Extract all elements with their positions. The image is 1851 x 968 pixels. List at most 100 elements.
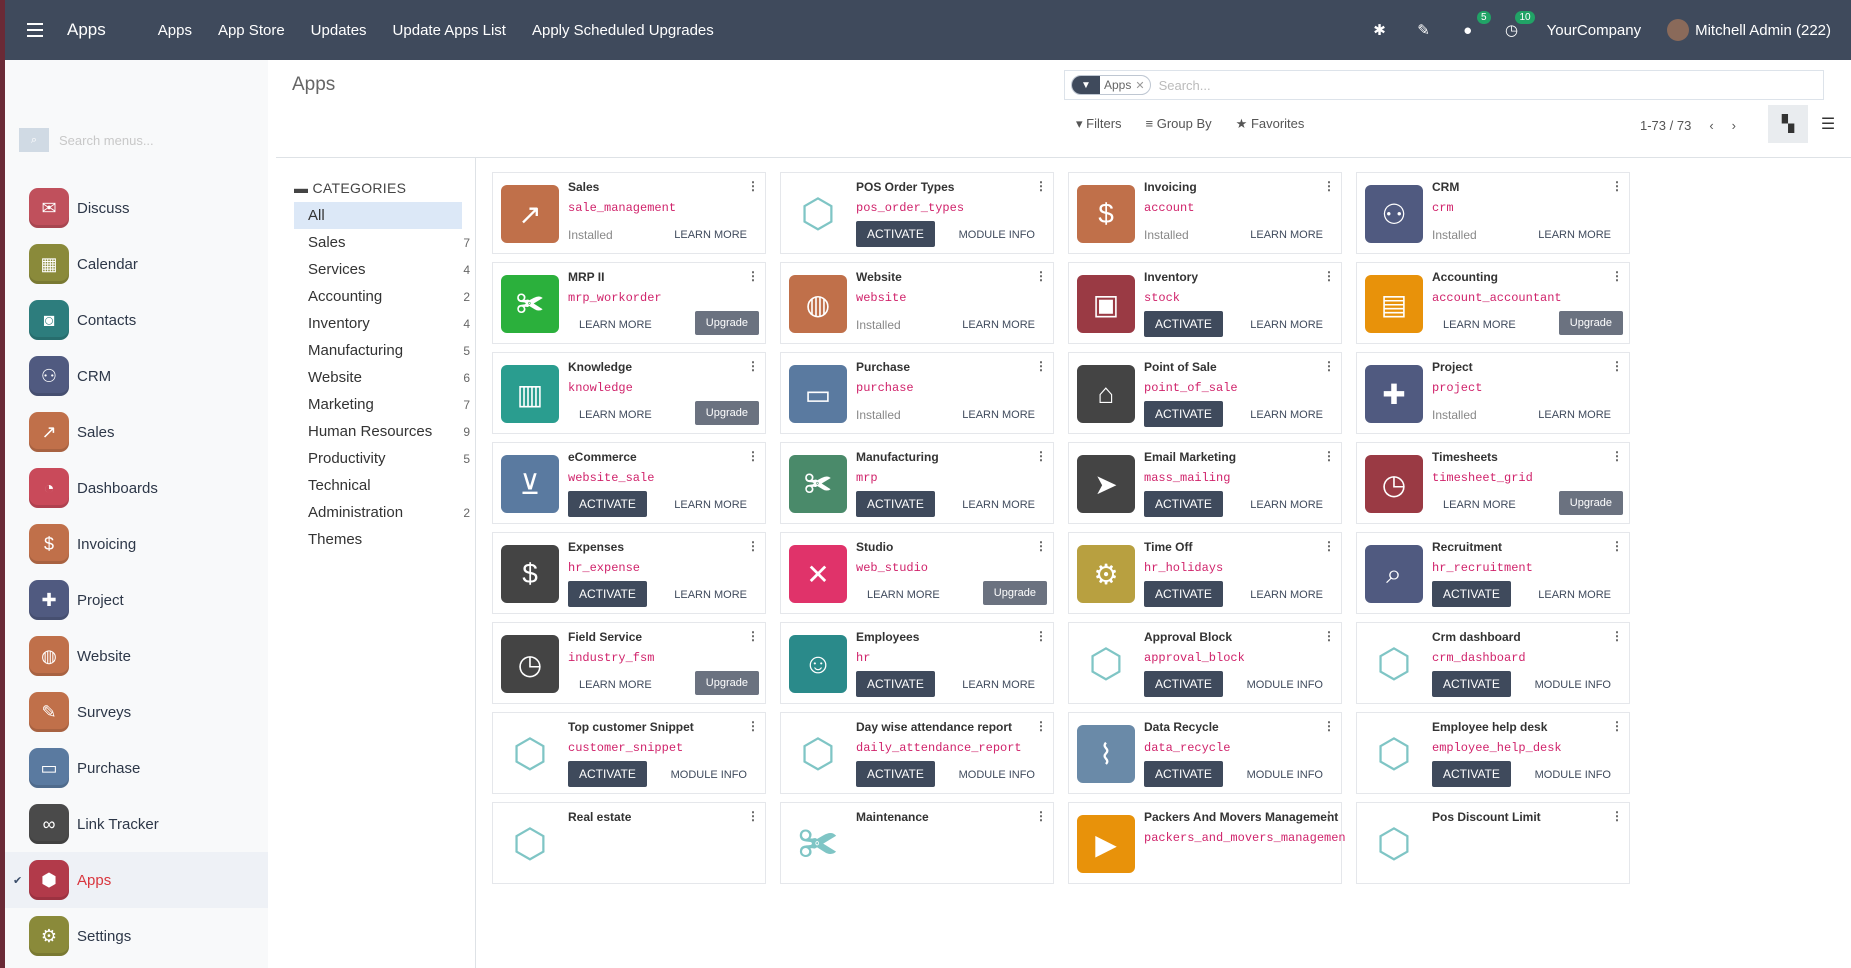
activate-button[interactable]: ACTIVATE: [856, 491, 935, 517]
kebab-menu-icon[interactable]: ⋮: [1611, 539, 1623, 553]
menu-apply-scheduled-upgrades[interactable]: Apply Scheduled Upgrades: [532, 22, 714, 39]
kebab-menu-icon[interactable]: ⋮: [747, 809, 759, 823]
kebab-menu-icon[interactable]: ⋮: [1611, 269, 1623, 283]
sidebar-item-discuss[interactable]: ✉ Discuss: [5, 180, 268, 236]
chat-icon[interactable]: ● 5: [1459, 11, 1491, 39]
list-view-icon[interactable]: ☰: [1808, 105, 1848, 143]
upgrade-button[interactable]: Upgrade: [694, 671, 759, 695]
learn-more-link[interactable]: LEARN MORE: [579, 679, 652, 691]
sidebar-item-apps[interactable]: ✔ ⬢ Apps: [5, 852, 268, 908]
learn-more-link[interactable]: LEARN MORE: [1538, 229, 1611, 241]
upgrade-button[interactable]: Upgrade: [1558, 491, 1623, 515]
kebab-menu-icon[interactable]: ⋮: [1035, 179, 1047, 193]
kebab-menu-icon[interactable]: ⋮: [1611, 449, 1623, 463]
category-item[interactable]: All: [294, 202, 462, 229]
close-icon[interactable]: ✕: [1135, 79, 1149, 92]
upgrade-button[interactable]: Upgrade: [982, 581, 1047, 605]
search-input[interactable]: Search...: [1159, 78, 1211, 93]
sidebar-item-crm[interactable]: ⚇ CRM: [5, 348, 268, 404]
brush-icon[interactable]: ✎: [1415, 21, 1433, 39]
activate-button[interactable]: ACTIVATE: [568, 761, 647, 787]
activate-button[interactable]: ACTIVATE: [1144, 581, 1223, 607]
learn-more-link[interactable]: LEARN MORE: [579, 409, 652, 421]
module-info-link[interactable]: MODULE INFO: [959, 229, 1035, 241]
activate-button[interactable]: ACTIVATE: [1144, 671, 1223, 697]
category-item[interactable]: Manufacturing 5: [294, 337, 470, 364]
activate-button[interactable]: ACTIVATE: [856, 671, 935, 697]
chevron-right-icon[interactable]: ›: [1732, 118, 1736, 133]
activate-button[interactable]: ACTIVATE: [856, 221, 935, 247]
category-item[interactable]: Technical: [294, 472, 462, 499]
sidebar-item-dashboards[interactable]: ◔ Dashboards: [5, 460, 268, 516]
menu-toggle-button[interactable]: [27, 10, 67, 50]
kebab-menu-icon[interactable]: ⋮: [1035, 449, 1047, 463]
kebab-menu-icon[interactable]: ⋮: [1611, 719, 1623, 733]
sidebar-item-settings[interactable]: ⚙ Settings: [5, 908, 268, 964]
kebab-menu-icon[interactable]: ⋮: [1323, 629, 1335, 643]
sidebar-item-link-tracker[interactable]: ∞ Link Tracker: [5, 796, 268, 852]
module-info-link[interactable]: MODULE INFO: [959, 769, 1035, 781]
kebab-menu-icon[interactable]: ⋮: [1611, 179, 1623, 193]
kebab-menu-icon[interactable]: ⋮: [747, 629, 759, 643]
category-item[interactable]: Website 6: [294, 364, 470, 391]
module-info-link[interactable]: MODULE INFO: [1535, 679, 1611, 691]
activate-button[interactable]: ACTIVATE: [1144, 491, 1223, 517]
favorites-button[interactable]: ★ Favorites: [1236, 116, 1305, 132]
learn-more-link[interactable]: LEARN MORE: [1443, 319, 1516, 331]
sidebar-item-surveys[interactable]: ✎ Surveys: [5, 684, 268, 740]
category-item[interactable]: Inventory 4: [294, 310, 470, 337]
kebab-menu-icon[interactable]: ⋮: [1035, 269, 1047, 283]
upgrade-button[interactable]: Upgrade: [1558, 311, 1623, 335]
learn-more-link[interactable]: LEARN MORE: [1250, 589, 1323, 601]
menu-app-store[interactable]: App Store: [218, 22, 285, 39]
menu-update-apps-list[interactable]: Update Apps List: [393, 22, 506, 39]
learn-more-link[interactable]: LEARN MORE: [1250, 499, 1323, 511]
sidebar-item-contacts[interactable]: ◙ Contacts: [5, 292, 268, 348]
category-item[interactable]: Accounting 2: [294, 283, 470, 310]
learn-more-link[interactable]: LEARN MORE: [1443, 499, 1516, 511]
kebab-menu-icon[interactable]: ⋮: [747, 359, 759, 373]
module-info-link[interactable]: MODULE INFO: [1535, 769, 1611, 781]
category-item[interactable]: Administration 2: [294, 499, 470, 526]
menu-apps[interactable]: Apps: [158, 22, 192, 39]
kebab-menu-icon[interactable]: ⋮: [1611, 809, 1623, 823]
kebab-menu-icon[interactable]: ⋮: [1323, 539, 1335, 553]
category-item[interactable]: Sales 7: [294, 229, 470, 256]
activate-button[interactable]: ACTIVATE: [1432, 761, 1511, 787]
kebab-menu-icon[interactable]: ⋮: [747, 179, 759, 193]
kebab-menu-icon[interactable]: ⋮: [1611, 359, 1623, 373]
sidebar-item-website[interactable]: ◍ Website: [5, 628, 268, 684]
category-item[interactable]: Productivity 5: [294, 445, 470, 472]
activate-button[interactable]: ACTIVATE: [568, 491, 647, 517]
category-item[interactable]: Marketing 7: [294, 391, 470, 418]
activate-button[interactable]: ACTIVATE: [1144, 401, 1223, 427]
module-info-link[interactable]: MODULE INFO: [671, 769, 747, 781]
kebab-menu-icon[interactable]: ⋮: [1035, 539, 1047, 553]
learn-more-link[interactable]: LEARN MORE: [867, 589, 940, 601]
chevron-left-icon[interactable]: ‹: [1709, 118, 1713, 133]
learn-more-link[interactable]: LEARN MORE: [1538, 409, 1611, 421]
search-bar[interactable]: ▼ Apps ✕ Search...: [1064, 70, 1824, 100]
filters-button[interactable]: ▾ Filters: [1076, 116, 1122, 132]
clock-icon[interactable]: ◷ 10: [1503, 11, 1535, 39]
activate-button[interactable]: ACTIVATE: [1432, 671, 1511, 697]
kebab-menu-icon[interactable]: ⋮: [747, 449, 759, 463]
menu-search[interactable]: ⌕ Search menus...: [19, 126, 259, 154]
learn-more-link[interactable]: LEARN MORE: [674, 499, 747, 511]
kebab-menu-icon[interactable]: ⋮: [1611, 629, 1623, 643]
learn-more-link[interactable]: LEARN MORE: [1538, 589, 1611, 601]
kebab-menu-icon[interactable]: ⋮: [1323, 179, 1335, 193]
learn-more-link[interactable]: LEARN MORE: [962, 679, 1035, 691]
activate-button[interactable]: ACTIVATE: [1144, 761, 1223, 787]
kanban-view-icon[interactable]: ▚: [1768, 105, 1808, 143]
module-info-link[interactable]: MODULE INFO: [1247, 679, 1323, 691]
sidebar-item-purchase[interactable]: ▭ Purchase: [5, 740, 268, 796]
learn-more-link[interactable]: LEARN MORE: [674, 229, 747, 241]
learn-more-link[interactable]: LEARN MORE: [1250, 409, 1323, 421]
category-item[interactable]: Themes: [294, 526, 462, 553]
activate-button[interactable]: ACTIVATE: [1432, 581, 1511, 607]
module-info-link[interactable]: MODULE INFO: [1247, 769, 1323, 781]
activate-button[interactable]: ACTIVATE: [1144, 311, 1223, 337]
upgrade-button[interactable]: Upgrade: [694, 311, 759, 335]
kebab-menu-icon[interactable]: ⋮: [747, 719, 759, 733]
